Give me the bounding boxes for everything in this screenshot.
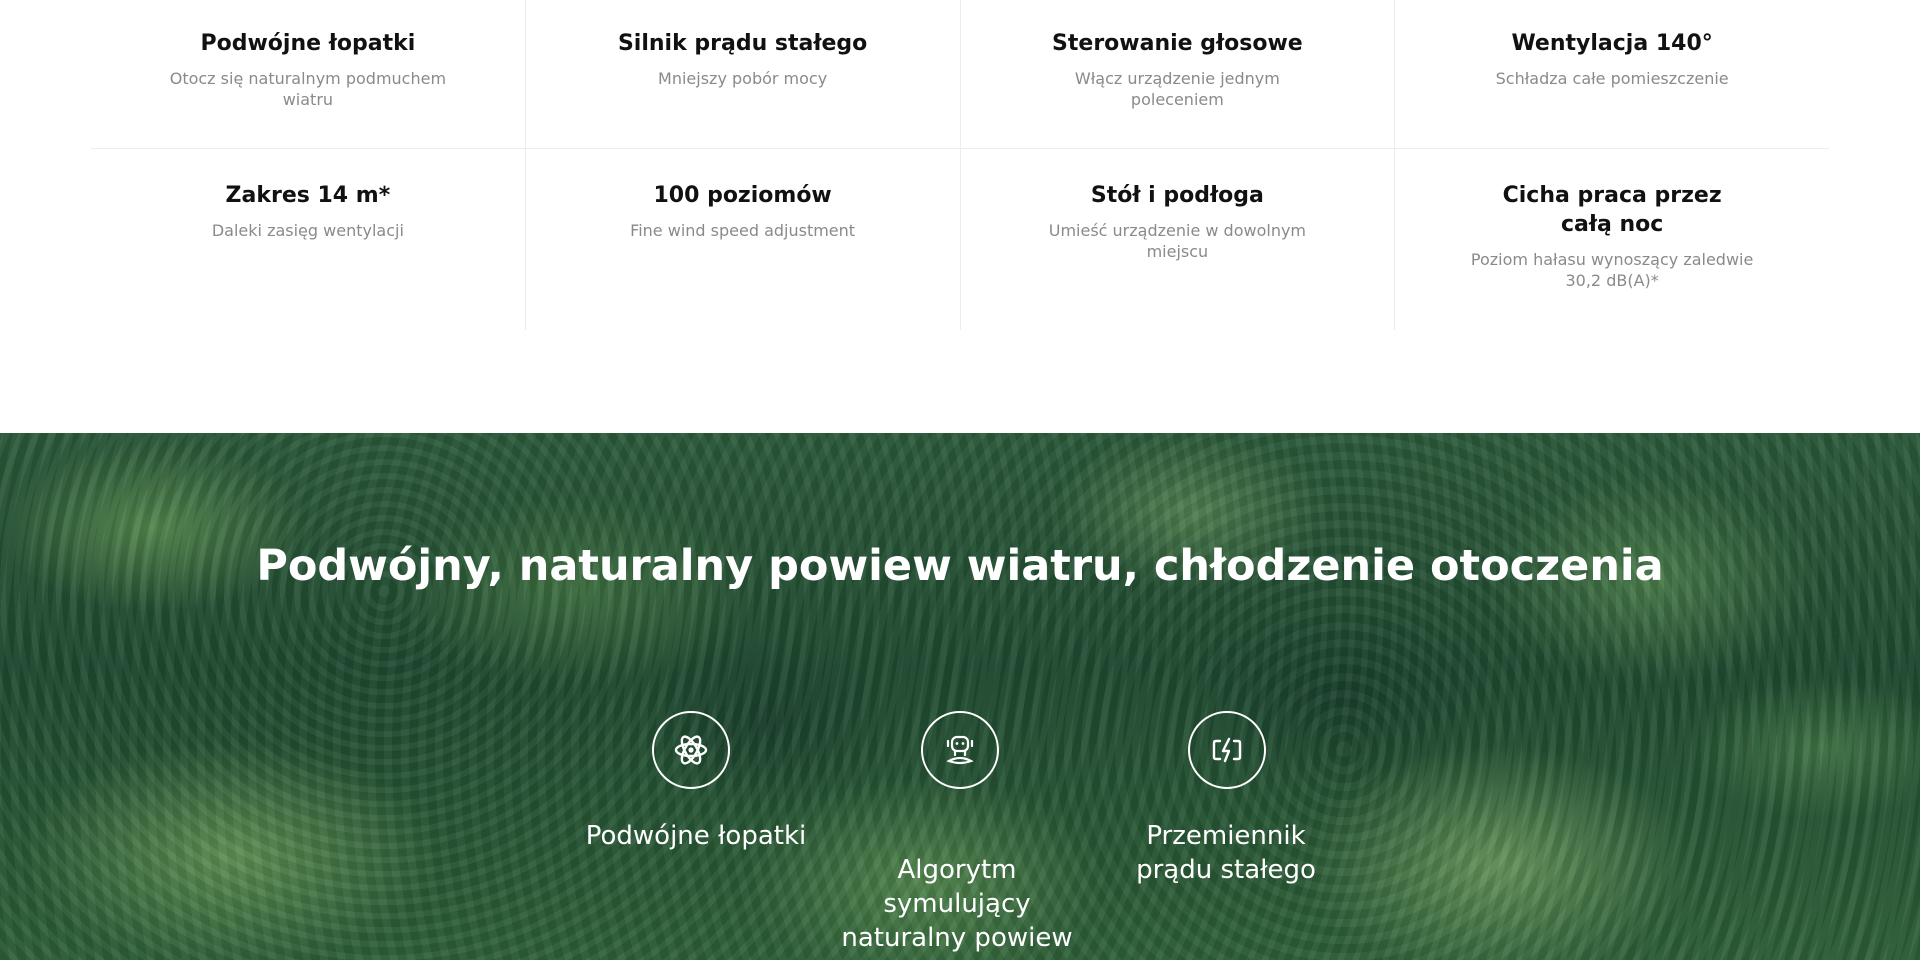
feature-subtitle: Poziom hałasu wynoszący zaledwie 30,2 dB… (1470, 250, 1754, 290)
page: Podwójne łopatki Otocz się naturalnym po… (0, 0, 1920, 960)
feature-subtitle: Mniejszy pobór mocy (658, 69, 828, 88)
feature-subtitle: Fine wind speed adjustment (630, 221, 856, 240)
feature-table-and-floor: Stół i podłoga Umieść urządzenie w dowol… (961, 149, 1396, 330)
feature-grid: Podwójne łopatki Otocz się naturalnym po… (91, 0, 1829, 330)
hero-feature-label: Przemiennik prądu stałego (1136, 821, 1316, 885)
feature-title: Zakres 14 m* (225, 183, 391, 208)
feature-title: Sterowanie głosowe (1052, 31, 1303, 56)
feature-title: Podwójne łopatki (200, 31, 416, 56)
feature-dc-motor: Silnik prądu stałego Mniejszy pobór mocy (526, 0, 961, 148)
feature-dual-blades: Podwójne łopatki Otocz się naturalnym po… (91, 0, 526, 148)
feature-140-ventilation: Wentylacja 140° Schładza całe pomieszcze… (1395, 0, 1829, 148)
feature-row: Zakres 14 m* Daleki zasięg wentylacji 10… (91, 149, 1829, 330)
feature-title: Stół i podłoga (1090, 183, 1264, 208)
feature-title: 100 poziomów (653, 183, 832, 208)
feature-title: Cicha praca przez całą noc (1502, 183, 1722, 237)
hero-title: Podwójny, naturalny powiew wiatru, chłod… (256, 541, 1664, 591)
feature-range: Zakres 14 m* Daleki zasięg wentylacji (91, 149, 526, 330)
hero-feature-label: Algorytm symulujący naturalny powiew (841, 855, 1073, 953)
feature-quiet-night: Cicha praca przez całą noc Poziom hałasu… (1395, 149, 1829, 330)
feature-title: Wentylacja 140° (1511, 31, 1713, 56)
feature-speed-levels: 100 poziomów Fine wind speed adjustment (526, 149, 961, 330)
atom-icon (652, 711, 730, 789)
feature-subtitle: Włącz urządzenie jednym poleceniem (1074, 69, 1280, 109)
feature-voice-control: Sterowanie głosowe Włącz urządzenie jedn… (961, 0, 1396, 148)
hero-feature-natural-wind-algorithm: Algorytm symulujący naturalny powiew (837, 711, 1077, 955)
feature-subtitle: Daleki zasięg wentylacji (211, 221, 404, 240)
power-bolt-icon (1188, 711, 1266, 789)
feature-subtitle: Schładza całe pomieszczenie (1495, 69, 1729, 88)
feature-row: Podwójne łopatki Otocz się naturalnym po… (91, 0, 1829, 149)
hero-feature-label: Podwójne łopatki (585, 821, 807, 851)
robot-icon (921, 711, 999, 789)
hero-feature-dc-inverter: Przemiennik prądu stałego (1106, 711, 1346, 887)
feature-subtitle: Umieść urządzenie w dowolnym miejscu (1048, 221, 1307, 261)
hero-feature-dual-blades: Podwójne łopatki (576, 711, 816, 853)
forest-hero-section: Podwójny, naturalny powiew wiatru, chłod… (0, 433, 1920, 960)
feature-subtitle: Otocz się naturalnym podmuchem wiatru (169, 69, 447, 109)
feature-title: Silnik prądu stałego (617, 31, 868, 56)
